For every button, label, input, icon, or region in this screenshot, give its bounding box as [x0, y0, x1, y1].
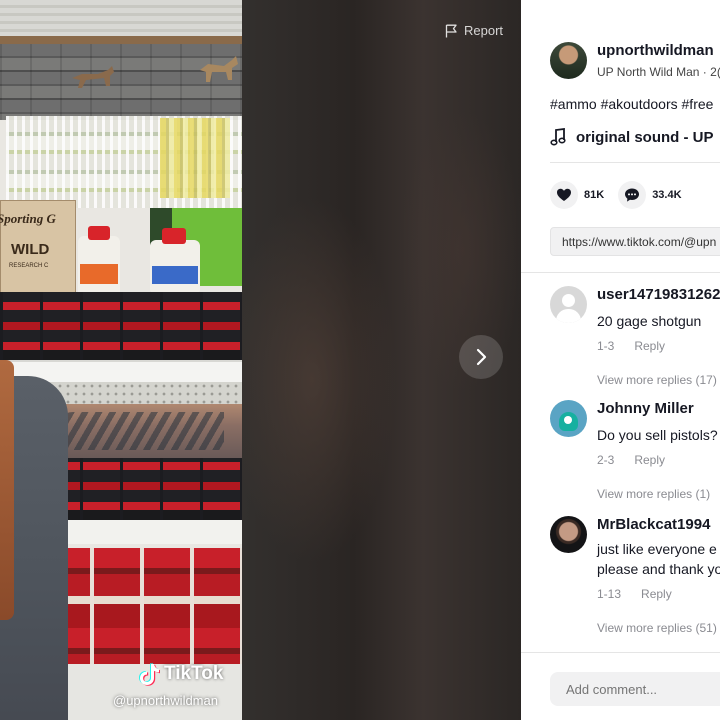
video-player[interactable]: Sporting G WILD RESEARCH C TikTok @upnor… [0, 0, 521, 720]
comment-count: 33.4K [652, 189, 682, 201]
tattooed-arm [40, 404, 242, 458]
reply-button[interactable]: Reply [634, 453, 665, 467]
add-comment-input[interactable] [550, 672, 720, 706]
deer-mount-image [72, 66, 114, 88]
comment-button[interactable]: 33.4K [618, 181, 682, 209]
store-beam [0, 36, 242, 44]
heart-icon [557, 188, 571, 201]
product-bottle [78, 226, 120, 294]
author-subtitle: UP North Wild Man · 2( [597, 65, 720, 79]
tiktok-watermark: TikTok [138, 662, 223, 686]
author-avatar[interactable] [550, 42, 587, 79]
chevron-right-icon [476, 348, 487, 366]
lure-packages [160, 118, 230, 198]
person-hair [0, 360, 14, 620]
comment-text: Do you sell pistols? [597, 427, 718, 443]
comment-item: MrBlackcat1994 just like everyone e plea… [550, 516, 720, 652]
commenter-name[interactable]: MrBlackcat1994 [597, 516, 720, 533]
comment-date: 2-3 [597, 453, 615, 467]
comment-text: 20 gage shotgun [597, 313, 702, 329]
video-hashtags[interactable]: #ammo #akoutdoors #free [550, 96, 713, 112]
flag-icon [445, 24, 457, 37]
comment-date: 1-13 [597, 587, 622, 601]
comment-item: user14719831262 20 gage shotgun 1-3 Repl… [550, 286, 720, 400]
deer-mount-image [200, 56, 238, 82]
box-text-line-1: Sporting G [0, 211, 56, 226]
tiktok-logo-icon [139, 663, 160, 686]
commenter-name[interactable]: user14719831262 [597, 286, 720, 303]
action-bar: 81K 33.4K [550, 181, 682, 209]
tiktok-watermark-text: TikTok [164, 663, 224, 684]
divider [550, 162, 720, 163]
commenter-avatar[interactable] [550, 516, 587, 553]
copy-link-field[interactable]: https://www.tiktok.com/@upn [550, 227, 720, 256]
divider [521, 652, 720, 653]
video-frame[interactable]: Sporting G WILD RESEARCH C TikTok @upnor… [0, 0, 242, 720]
reply-button[interactable]: Reply [634, 339, 665, 353]
comment-item: Johnny Miller Do you sell pistols? 2-3 R… [550, 400, 720, 516]
like-count: 81K [584, 189, 605, 201]
ammo-boxes-lower [40, 548, 242, 668]
divider [521, 272, 720, 273]
ammo-boxes-row [0, 292, 242, 360]
next-video-button[interactable] [459, 335, 503, 379]
store-cardboard-box: Sporting G WILD RESEARCH C [0, 200, 76, 298]
video-info-panel: upnorthwildman UP North Wild Man · 2( #a… [521, 0, 720, 720]
commenter-name[interactable]: Johnny Miller [597, 400, 720, 417]
report-button[interactable]: Report [445, 23, 503, 38]
product-bottle [150, 228, 200, 292]
commenter-avatar[interactable] [550, 286, 587, 323]
author-handle[interactable]: upnorthwildman [597, 42, 720, 59]
comment-date: 1-3 [597, 339, 615, 353]
comment-text-line-2: please and thank yo [597, 561, 720, 577]
comments-list: user14719831262 20 gage shotgun 1-3 Repl… [550, 286, 720, 652]
tiktok-watermark-handle: @upnorthwildman [113, 693, 218, 708]
reply-button[interactable]: Reply [641, 587, 672, 601]
view-replies-link[interactable]: View more replies (1) [597, 487, 720, 501]
view-replies-link[interactable]: View more replies (17) [597, 373, 720, 387]
sound-label: original sound - UP [576, 128, 714, 146]
author-info[interactable]: upnorthwildman UP North Wild Man · 2( [550, 42, 720, 79]
view-replies-link[interactable]: View more replies (51) [597, 621, 720, 635]
report-label: Report [464, 23, 504, 38]
comment-text: just like everyone e [597, 541, 717, 557]
sound-link[interactable]: original sound - UP [550, 128, 714, 146]
comment-bubble-icon [625, 188, 640, 202]
box-text-line-3: RESEARCH C [9, 263, 49, 269]
box-text-line-2: WILD [11, 241, 50, 258]
music-note-icon [550, 128, 566, 146]
like-button[interactable]: 81K [550, 181, 604, 209]
commenter-avatar[interactable] [550, 400, 587, 437]
